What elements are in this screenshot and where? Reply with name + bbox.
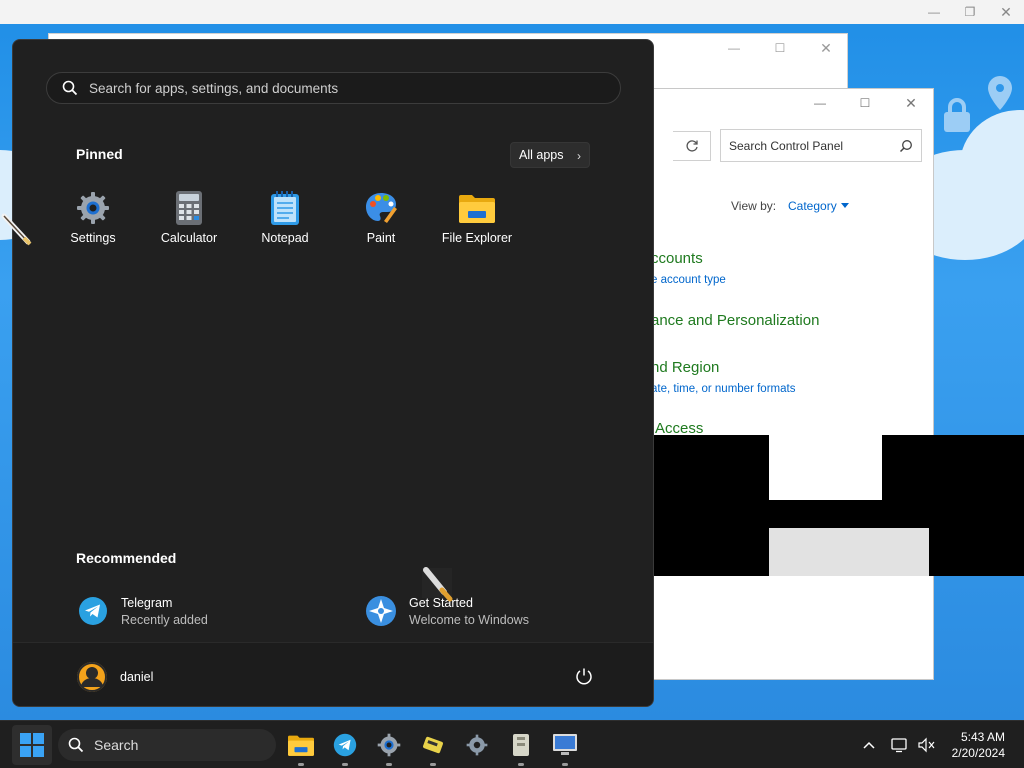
restore-icon[interactable]: ❐ <box>952 0 988 24</box>
clock-time: 5:43 AM <box>960 730 1005 744</box>
telegram-icon <box>77 595 109 627</box>
pinned-title: Pinned <box>76 146 123 162</box>
chevron-down-icon[interactable] <box>841 203 849 208</box>
cp-category-appearance[interactable]: ance and Personalization <box>651 312 819 329</box>
archive-icon <box>513 734 529 756</box>
pinned-app-label: File Explorer <box>441 231 513 245</box>
avatar <box>77 662 107 692</box>
render-artifact <box>769 528 929 576</box>
taskbar-app[interactable] <box>415 727 451 766</box>
taskbar-clock[interactable]: 5:43 AM 2/20/2024 <box>952 729 1005 761</box>
user-account-button[interactable]: daniel <box>76 661 153 693</box>
recommended-title: Recommended <box>76 550 177 566</box>
pinned-app-paint[interactable]: Paint <box>333 180 429 260</box>
calculator-icon <box>171 190 207 226</box>
recommended-item-telegram[interactable]: Telegram Recently added <box>77 589 208 633</box>
wallpaper-lock-icon <box>944 98 970 132</box>
cp-link-change-account-type[interactable]: e account type <box>651 274 726 286</box>
knife-cursor-icon <box>422 567 453 602</box>
background-window-titlebar: — ❐ ✕ <box>0 0 1024 24</box>
taskbar-file-explorer[interactable] <box>283 727 319 766</box>
search-icon <box>62 80 78 96</box>
refresh-icon <box>685 140 698 152</box>
power-icon <box>576 668 592 685</box>
start-button[interactable] <box>12 725 52 765</box>
control-panel-search-input[interactable]: Search Control Panel <box>720 129 922 162</box>
render-artifact <box>769 435 882 500</box>
monitor-icon <box>553 734 577 755</box>
all-apps-label: All apps <box>519 148 564 162</box>
control-panel-titlebar: — ☐ ✕ <box>605 89 933 119</box>
recommended-subtitle: Welcome to Windows <box>409 612 529 627</box>
close-icon[interactable]: ✕ <box>893 91 929 115</box>
minimize-icon[interactable]: — <box>802 91 838 115</box>
recommended-subtitle: Recently added <box>121 612 208 627</box>
notepad-icon <box>267 190 303 226</box>
taskbar-search[interactable]: Search <box>58 729 276 761</box>
search-icon <box>68 737 84 753</box>
view-by-dropdown[interactable]: Category <box>788 199 837 213</box>
gear-icon <box>466 734 488 756</box>
search-placeholder: Search Control Panel <box>729 138 844 153</box>
taskbar-monitor[interactable] <box>547 727 583 766</box>
pinned-app-file-explorer[interactable]: File Explorer <box>429 180 525 260</box>
get-started-icon <box>365 595 397 627</box>
pinned-app-settings[interactable]: Settings <box>45 180 141 260</box>
pinned-app-label: Calculator <box>160 231 218 245</box>
folder-icon <box>459 190 495 226</box>
settings-gear-icon <box>377 733 401 757</box>
maximize-icon[interactable]: ☐ <box>847 91 883 115</box>
cp-link-date-formats[interactable]: ate, time, or number formats <box>651 383 795 395</box>
cp-category-clock-region[interactable]: nd Region <box>651 359 719 376</box>
taskbar-settings[interactable] <box>371 727 407 766</box>
taskbar-search-label: Search <box>94 737 139 753</box>
start-search-placeholder: Search for apps, settings, and documents <box>89 80 339 96</box>
folder-icon <box>288 735 314 756</box>
recommended-name: Telegram <box>121 595 173 610</box>
minimize-icon[interactable]: — <box>716 36 752 60</box>
search-icon <box>899 140 912 153</box>
app-icon <box>423 736 443 754</box>
power-button[interactable] <box>575 667 593 690</box>
windows-logo-icon <box>20 733 44 757</box>
chevron-right-icon: › <box>577 149 581 163</box>
all-apps-button[interactable]: All apps › <box>510 142 590 168</box>
taskbar-telegram[interactable] <box>327 727 363 766</box>
pen-cursor-icon <box>1 213 32 246</box>
view-by-label: View by: <box>731 199 777 213</box>
taskbar-archive[interactable] <box>503 727 539 766</box>
paint-palette-icon <box>363 190 399 226</box>
user-name: daniel <box>120 670 154 684</box>
taskbar: Search 5:43 AM 2/20/2024 <box>0 720 1024 768</box>
refresh-button[interactable] <box>673 131 711 161</box>
taskbar-settings-2[interactable] <box>459 727 495 763</box>
chevron-up-icon[interactable] <box>859 735 879 755</box>
settings-gear-icon <box>75 190 111 226</box>
pinned-app-label: Paint <box>366 231 396 245</box>
pinned-app-calculator[interactable]: Calculator <box>141 180 237 260</box>
clock-date: 2/20/2024 <box>951 746 1005 760</box>
pinned-app-notepad[interactable]: Notepad <box>237 180 333 260</box>
start-search-input[interactable]: Search for apps, settings, and documents <box>46 72 621 104</box>
telegram-icon <box>333 733 357 757</box>
start-menu: Search for apps, settings, and documents… <box>12 39 654 707</box>
cp-category-user-accounts[interactable]: ccounts <box>651 250 703 267</box>
close-icon[interactable]: ✕ <box>808 36 844 60</box>
volume-muted-icon[interactable] <box>916 735 936 755</box>
maximize-icon[interactable]: ☐ <box>762 36 798 60</box>
start-menu-footer: daniel <box>13 642 653 706</box>
wallpaper-pin-icon <box>988 76 1012 110</box>
pinned-app-label: Settings <box>70 231 116 245</box>
pinned-app-label: Notepad <box>261 231 309 245</box>
network-icon[interactable] <box>890 735 910 755</box>
minimize-icon[interactable]: — <box>916 0 952 24</box>
close-icon[interactable]: ✕ <box>988 0 1024 24</box>
